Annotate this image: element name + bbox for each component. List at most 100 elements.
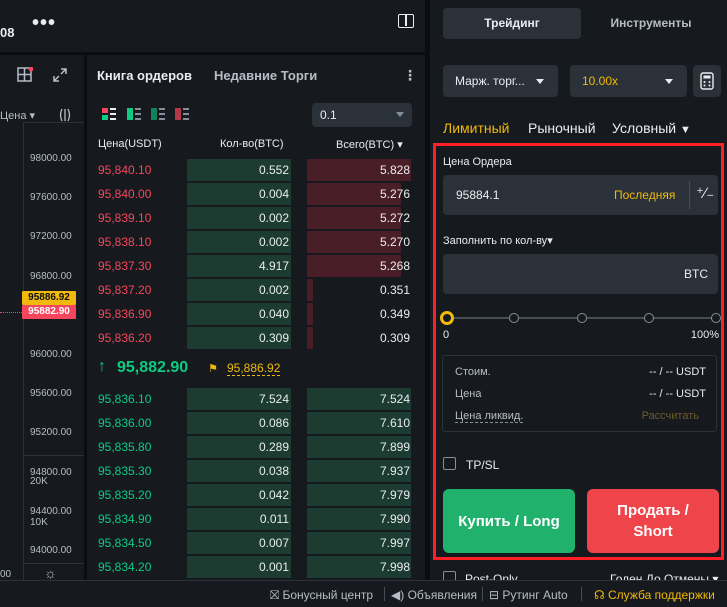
- row-price: 95,839.10: [98, 211, 152, 225]
- view-asks-only-icon[interactable]: [175, 108, 189, 120]
- ask-row[interactable]: 95,839.10 0.002 5.272: [87, 206, 425, 230]
- cost-value: -- / -- USDT: [649, 366, 706, 378]
- price-chart-panel[interactable]: Цена ▾ 98000.00 97600.00 97200.00 96800.00 9…: [0, 55, 84, 582]
- row-total: 5.268: [379, 259, 410, 273]
- slider-step[interactable]: [509, 313, 519, 323]
- row-amount: 0.011: [259, 512, 289, 526]
- tab-order-book[interactable]: Книга ордеров: [97, 68, 192, 83]
- leverage-select[interactable]: 10.00x: [570, 65, 687, 97]
- volume-tick: 10K: [30, 517, 48, 528]
- chevron-down-icon: [665, 79, 673, 84]
- row-price: 95,837.20: [98, 283, 152, 297]
- row-price: 95,837.30: [98, 259, 152, 273]
- row-price: 95,836.90: [98, 307, 152, 321]
- slider-step[interactable]: [577, 313, 587, 323]
- row-total: 5.272: [379, 211, 410, 225]
- view-bids-only-icon[interactable]: [151, 108, 165, 120]
- row-total: 0.309: [379, 331, 410, 345]
- margin-mode-select[interactable]: Марж. торг...: [443, 65, 558, 97]
- routing-select[interactable]: ⊟ Рутинг Auto: [489, 588, 568, 602]
- chevron-down-icon: [536, 79, 544, 84]
- book-layout-icon[interactable]: [398, 14, 414, 28]
- scale-icon[interactable]: [58, 107, 72, 123]
- bid-row[interactable]: 95,834.90 0.011 7.990: [87, 507, 425, 531]
- chart-price-label[interactable]: Цена ▾: [0, 109, 35, 122]
- row-price: 95,834.50: [98, 536, 152, 550]
- announcements-link[interactable]: ◀) Объявления: [391, 588, 477, 602]
- row-amount: 0.289: [258, 440, 289, 454]
- buy-long-button[interactable]: Купить / Long: [443, 489, 575, 553]
- last-price-line: [0, 312, 22, 313]
- bid-row[interactable]: 95,836.10 7.524 7.524: [87, 387, 425, 411]
- row-total: 5.276: [379, 187, 410, 201]
- slider-min-label: 0: [443, 329, 450, 341]
- ask-row[interactable]: 95,836.20 0.309 0.309: [87, 326, 425, 350]
- mark-price[interactable]: 95,886.92: [227, 361, 281, 376]
- tab-limit[interactable]: Лимитный: [443, 120, 509, 136]
- header-fragment-text: 08: [0, 25, 15, 40]
- bid-row[interactable]: 95,835.80 0.289 7.899: [87, 435, 425, 459]
- bid-row[interactable]: 95,836.00 0.086 7.610: [87, 411, 425, 435]
- col-price-header: Цена(USDT): [98, 138, 162, 150]
- row-total: 0.349: [379, 307, 410, 321]
- support-link[interactable]: ☊ Служба поддержки: [594, 588, 715, 602]
- plus-minus-icon[interactable]: ⁺∕₋: [696, 184, 714, 202]
- view-bids-icon[interactable]: [127, 108, 141, 120]
- tab-tools[interactable]: Инструменты: [581, 8, 721, 39]
- expand-icon[interactable]: [52, 67, 68, 83]
- calculate-link[interactable]: Рассчитать: [642, 410, 699, 422]
- tpsl-label: TP/SL: [466, 458, 500, 472]
- calculator-button[interactable]: [693, 65, 721, 97]
- bonus-center-link[interactable]: ⛝ Бонусный центр: [270, 588, 373, 603]
- row-price: 95,836.00: [98, 416, 152, 430]
- col-total-header[interactable]: Всего(BTC) ▾: [336, 138, 403, 151]
- order-price-input[interactable]: 95884.1 Последняя ⁺∕₋: [443, 175, 718, 215]
- ask-row[interactable]: 95,838.10 0.002 5.270: [87, 230, 425, 254]
- precision-select[interactable]: 0.1: [312, 103, 412, 127]
- row-amount: 0.002: [258, 283, 289, 297]
- arrow-up-icon: ↑: [98, 358, 106, 375]
- row-amount: 0.002: [258, 235, 289, 249]
- row-total: 7.899: [379, 440, 410, 454]
- quantity-input[interactable]: BTC: [443, 254, 718, 294]
- slider-step[interactable]: [644, 313, 654, 323]
- col-amount-header: Кол-во(BTC): [220, 138, 284, 150]
- bid-row[interactable]: 95,835.30 0.038 7.937: [87, 459, 425, 483]
- sell-short-button[interactable]: Продать / Short: [587, 489, 719, 553]
- ask-row[interactable]: 95,840.00 0.004 5.276: [87, 182, 425, 206]
- total-depth-bar: [307, 303, 313, 325]
- settings-gear-icon[interactable]: ☼: [44, 565, 57, 581]
- order-price-value: 95884.1: [456, 188, 500, 202]
- row-total: 5.270: [379, 235, 410, 249]
- bid-row[interactable]: 95,834.20 0.001 7.998: [87, 555, 425, 579]
- tab-market[interactable]: Рыночный: [528, 120, 596, 136]
- row-total: 5.828: [379, 163, 410, 177]
- slider-step[interactable]: [711, 313, 721, 323]
- tab-conditional[interactable]: Условный ▼: [612, 120, 691, 136]
- ask-row[interactable]: 95,837.30 4.917 5.268: [87, 254, 425, 278]
- tab-trading[interactable]: Трейдинг: [443, 8, 581, 39]
- row-amount: 4.917: [258, 259, 289, 273]
- flag-icon: ⚑: [208, 363, 218, 375]
- mark-price-tag: 95886.92: [22, 291, 76, 305]
- row-price: 95,836.20: [98, 331, 152, 345]
- view-both-icon[interactable]: [102, 108, 116, 120]
- row-price: 95,834.20: [98, 560, 152, 574]
- tpsl-checkbox[interactable]: [443, 457, 456, 470]
- tab-recent-trades[interactable]: Недавние Торги: [214, 68, 317, 83]
- grid-layout-icon[interactable]: [17, 67, 33, 83]
- ask-row[interactable]: 95,837.20 0.002 0.351: [87, 278, 425, 302]
- quantity-unit: BTC: [684, 267, 708, 281]
- more-vertical-icon[interactable]: ⋮: [403, 67, 417, 84]
- row-total: 0.351: [379, 283, 410, 297]
- last-price-button[interactable]: Последняя: [614, 188, 675, 202]
- slider-handle[interactable]: [440, 311, 454, 325]
- y-axis-tick: 94000.00: [30, 545, 72, 556]
- ask-row[interactable]: 95,836.90 0.040 0.349: [87, 302, 425, 326]
- bid-row[interactable]: 95,835.20 0.042 7.979: [87, 483, 425, 507]
- bid-row[interactable]: 95,834.50 0.007 7.997: [87, 531, 425, 555]
- more-horizontal-icon[interactable]: •••: [32, 12, 56, 35]
- y-axis-tick: 96800.00: [30, 270, 72, 282]
- ask-row[interactable]: 95,840.10 0.552 5.828: [87, 158, 425, 182]
- fill-by-qty-select[interactable]: Заполнить по кол-ву▾: [443, 234, 553, 247]
